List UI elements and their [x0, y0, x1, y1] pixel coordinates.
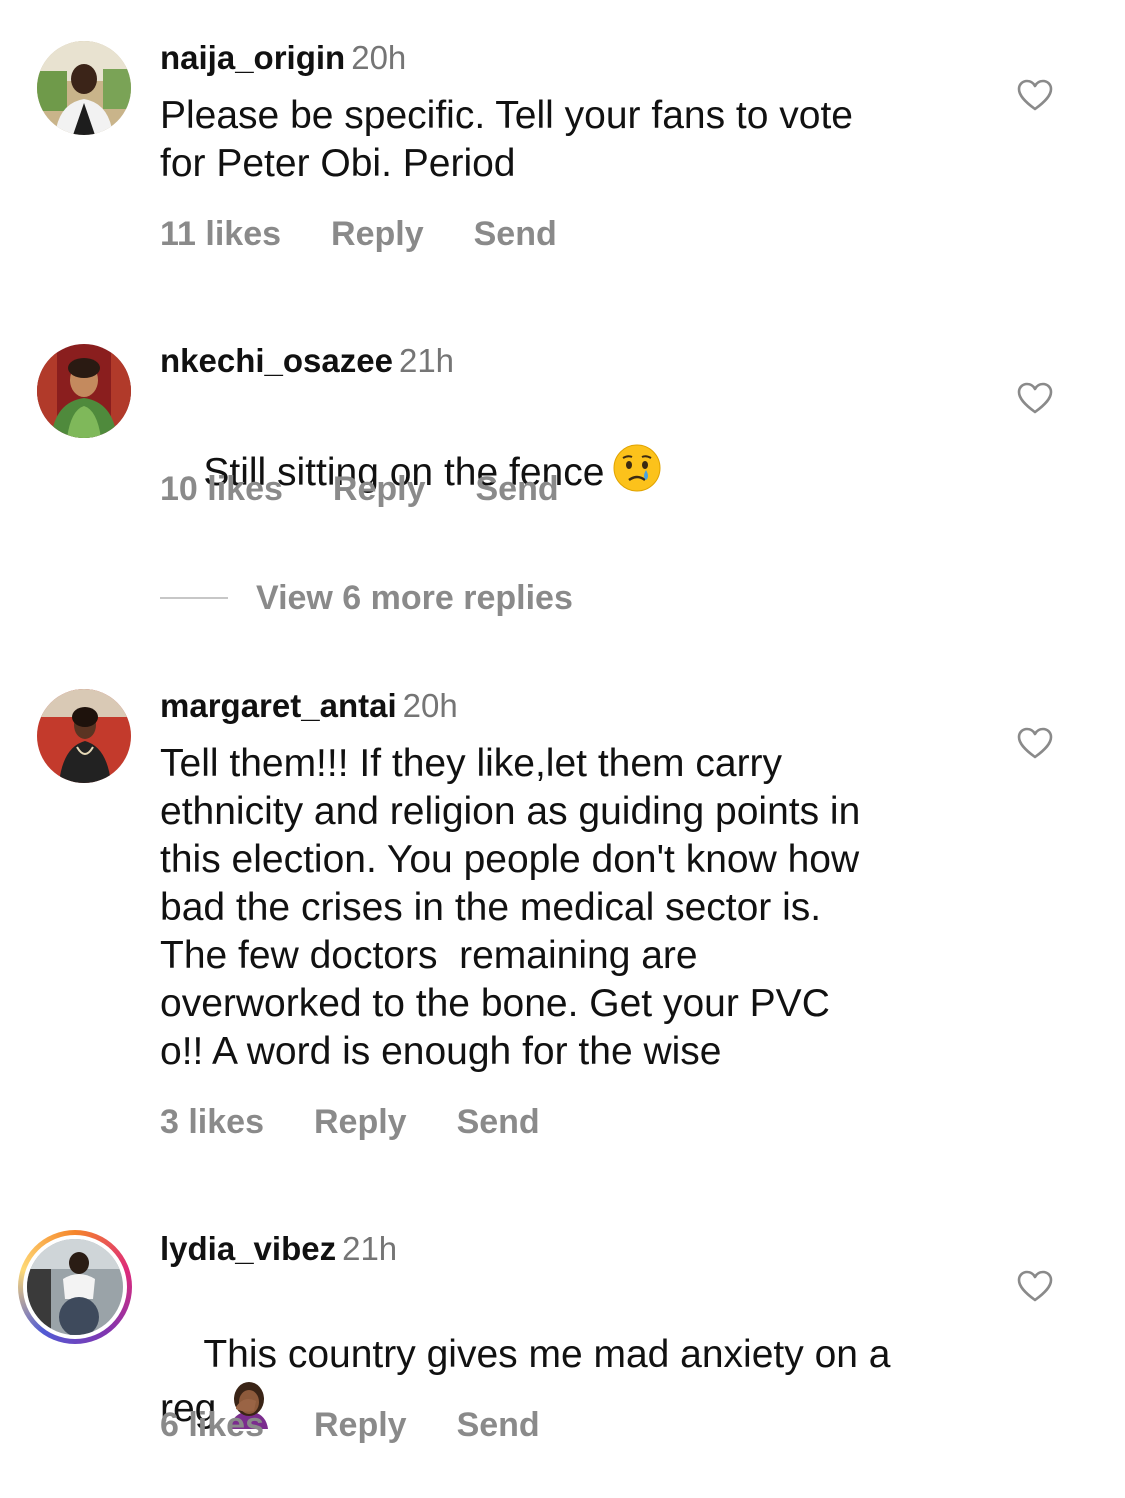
username[interactable]: margaret_antai — [160, 687, 397, 724]
comment-text: Tell them!!! If they like,let them carry… — [160, 742, 861, 1073]
view-more-replies-label: View 6 more replies — [256, 578, 573, 617]
reply-button[interactable]: Reply — [333, 469, 426, 509]
comment-actions: 10 likes Reply Send — [160, 469, 559, 509]
avatar-photo — [27, 1239, 123, 1335]
likes-count[interactable]: 10 likes — [160, 469, 283, 509]
comment-actions: 3 likes Reply Send — [160, 1102, 540, 1142]
divider — [160, 597, 228, 599]
likes-count[interactable]: 6 likes — [160, 1405, 264, 1445]
crying-face-emoji — [613, 444, 661, 492]
avatar[interactable] — [37, 41, 131, 135]
likes-count[interactable]: 11 likes — [160, 214, 281, 254]
username[interactable]: nkechi_osazee — [160, 342, 393, 379]
likes-count[interactable]: 3 likes — [160, 1102, 264, 1142]
avatar-photo — [37, 689, 131, 783]
avatar[interactable] — [37, 344, 131, 438]
timestamp: 20h — [402, 687, 458, 724]
heart-outline-icon[interactable] — [1016, 78, 1054, 112]
reply-button[interactable]: Reply — [331, 214, 424, 254]
timestamp: 21h — [398, 342, 455, 379]
reply-button[interactable]: Reply — [314, 1102, 407, 1142]
send-button[interactable]: Send — [457, 1405, 540, 1445]
comment-header: nkechi_osazee 21h — [160, 341, 454, 381]
avatar[interactable] — [37, 689, 131, 783]
username[interactable]: lydia_vibez — [160, 1230, 336, 1267]
comment-header: naija_origin 20h — [160, 38, 406, 78]
comment-actions: 6 likes Reply Send — [160, 1405, 540, 1445]
heart-outline-icon[interactable] — [1016, 726, 1054, 760]
avatar-story-ring[interactable] — [18, 1230, 132, 1344]
comment-actions: 11 likes Reply Send — [160, 214, 557, 254]
view-more-replies[interactable]: View 6 more replies — [160, 578, 573, 618]
send-button[interactable]: Send — [457, 1102, 540, 1142]
avatar-ring-gap — [23, 1235, 127, 1339]
reply-button[interactable]: Reply — [314, 1405, 407, 1445]
send-button[interactable]: Send — [474, 214, 557, 254]
avatar-photo — [37, 41, 131, 135]
send-button[interactable]: Send — [475, 469, 558, 509]
avatar — [27, 1239, 123, 1335]
avatar-photo — [37, 344, 131, 438]
comment-header: lydia_vibez 21h — [160, 1229, 397, 1269]
timestamp: 20h — [351, 39, 407, 76]
heart-outline-icon[interactable] — [1016, 381, 1054, 415]
heart-outline-icon[interactable] — [1016, 1269, 1054, 1303]
username[interactable]: naija_origin — [160, 39, 345, 76]
timestamp: 21h — [342, 1230, 398, 1267]
comment-header: margaret_antai 20h — [160, 686, 458, 726]
comment-text: This country gives me mad anxiety on a r… — [160, 1283, 980, 1481]
comment-text: Please be specific. Tell your fans to vo… — [160, 94, 853, 185]
